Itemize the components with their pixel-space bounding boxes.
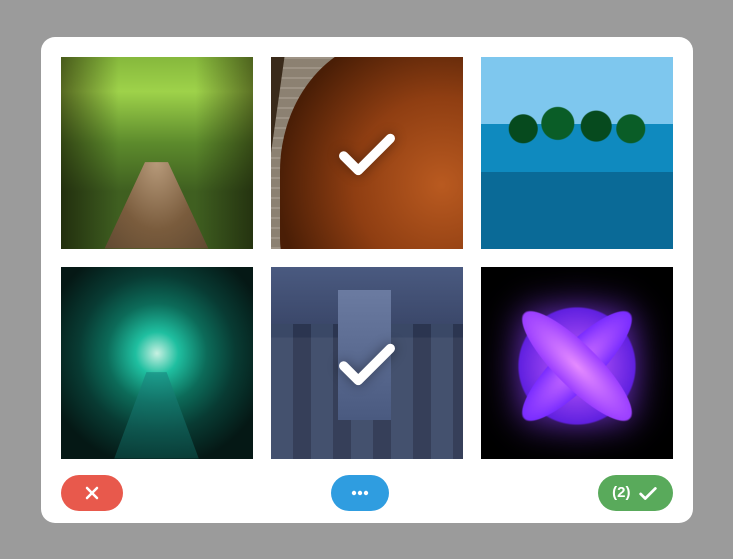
check-icon [637,482,659,504]
image-tile-forest-path[interactable] [61,57,253,249]
image-grid [61,57,673,459]
image-tile-violin-music[interactable] [271,57,463,249]
more-options-button[interactable] [331,475,389,511]
pool-icon [481,57,673,249]
ellipsis-icon [348,483,372,503]
lotus-icon [481,267,673,459]
forest-icon [61,57,253,249]
image-tile-tree-tunnel[interactable] [61,267,253,459]
image-tile-tropical-pool[interactable] [481,57,673,249]
image-picker-dialog: (2) [41,37,693,523]
cancel-button[interactable] [61,475,123,511]
city-icon [271,267,463,459]
tunnel-icon [61,267,253,459]
violin-icon [271,57,463,249]
selected-count: (2) [612,484,630,501]
image-tile-city-night[interactable] [271,267,463,459]
image-tile-purple-lotus[interactable] [481,267,673,459]
toolbar: (2) [61,459,673,511]
close-icon [82,483,102,503]
confirm-button[interactable]: (2) [598,475,672,511]
